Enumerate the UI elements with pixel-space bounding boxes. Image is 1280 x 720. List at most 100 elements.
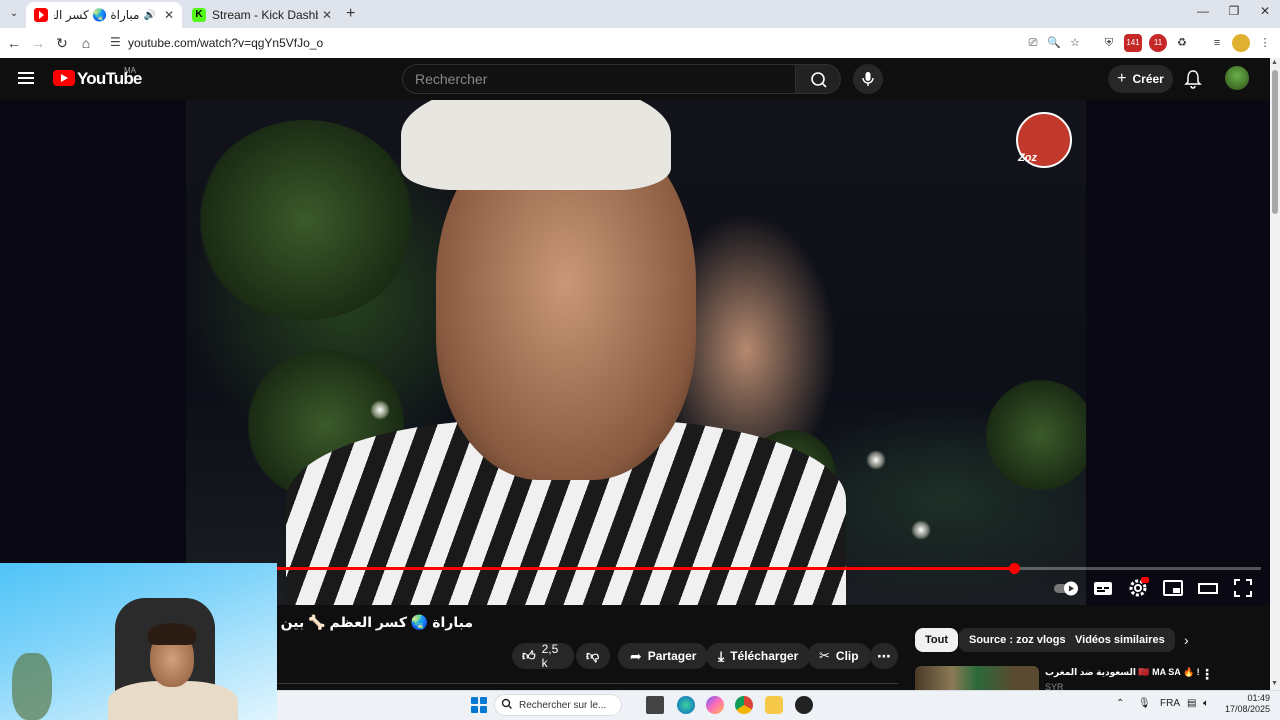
new-tab-icon[interactable]: +: [346, 5, 355, 23]
progress-played: [277, 567, 1014, 570]
chrome-icon[interactable]: [735, 696, 753, 714]
settings-gear-icon[interactable]: [1127, 577, 1149, 599]
browser-toolbar: ← → ↻ ⌂ ☰ youtube.com/watch?v=qgYn5VfJo_…: [0, 28, 1280, 58]
search-input[interactable]: [403, 65, 796, 93]
search-icon: [811, 72, 827, 88]
address-bar[interactable]: ☰ youtube.com/watch?v=qgYn5VfJo_o: [104, 31, 1094, 55]
shield-extension-icon[interactable]: ⛨: [1100, 34, 1118, 52]
speaker-icon[interactable]: 🔊: [143, 10, 155, 21]
fullscreen-icon[interactable]: [1232, 577, 1254, 599]
theater-mode-icon[interactable]: [1197, 577, 1219, 599]
clock-date: 17/08/2025: [1224, 704, 1270, 714]
share-arrow-icon: ➦: [630, 647, 642, 664]
browser-tab-strip: ⌄ مباراة 🌏 كسر العظم 🦴 بين 🔊 ✕ K Stream …: [0, 0, 1280, 28]
profile-avatar-icon[interactable]: [1232, 34, 1250, 52]
download-label: Télécharger: [730, 649, 799, 663]
search-button[interactable]: [795, 64, 841, 94]
youtube-favicon-icon: [34, 8, 48, 22]
url-text: youtube.com/watch?v=qgYn5VfJo_o: [128, 36, 324, 50]
plus-icon: +: [1117, 70, 1127, 87]
red-extension-icon[interactable]: 11: [1149, 34, 1167, 52]
create-button[interactable]: + Créer: [1108, 65, 1173, 93]
progress-scrubber[interactable]: [1009, 563, 1020, 574]
bookmark-star-icon[interactable]: ☆: [1066, 34, 1084, 52]
share-label: Partager: [647, 649, 697, 663]
chevron-right-icon[interactable]: ›: [1184, 632, 1189, 648]
zoom-icon[interactable]: 🔍: [1045, 34, 1063, 52]
tab-search-icon[interactable]: ⌄: [4, 4, 24, 24]
youtube-header: YouTube MA + Créer: [0, 58, 1270, 100]
streamer-hair: [148, 623, 196, 645]
screen: ⌄ مباراة 🌏 كسر العظم 🦴 بين 🔊 ✕ K Stream …: [0, 0, 1280, 720]
clip-button[interactable]: ✂ Clip: [807, 643, 871, 669]
video-player[interactable]: Zoz: [0, 100, 1270, 605]
scroll-down-arrow-icon[interactable]: ▼: [1271, 680, 1278, 687]
reload-icon[interactable]: ↻: [53, 34, 71, 52]
video-frame[interactable]: Zoz: [186, 100, 1086, 605]
input-language[interactable]: FRA: [1160, 698, 1180, 709]
tab-youtube[interactable]: مباراة 🌏 كسر العظم 🦴 بين 🔊 ✕: [26, 2, 182, 28]
thumbs-down-icon: 👎︎: [586, 648, 600, 663]
microphone-icon: [862, 72, 874, 86]
restore-icon[interactable]: ❐: [1219, 4, 1249, 18]
video-title: مباراة 🌏 كسر العظم 🦴 بين الفنانين و ا: [200, 614, 473, 630]
forward-icon[interactable]: →: [29, 34, 47, 52]
white-cap: [401, 100, 671, 190]
install-app-icon[interactable]: ⎚: [1024, 34, 1042, 52]
notifications-bell-icon[interactable]: [1184, 69, 1202, 89]
taskbar-search-label: Rechercher sur le...: [519, 699, 607, 711]
windows-start-icon[interactable]: [471, 697, 487, 713]
chip-source[interactable]: Source : zoz vlogs: [959, 628, 1076, 652]
share-button[interactable]: ➦ Partager: [618, 643, 709, 669]
calendar-extension-icon[interactable]: 141: [1124, 34, 1142, 52]
volume-icon[interactable]: 🔈︎: [1203, 698, 1209, 709]
edge-browser-icon[interactable]: [677, 696, 695, 714]
clip-label: Clip: [835, 649, 859, 663]
youtube-logo-icon[interactable]: [53, 70, 75, 86]
autoplay-toggle-icon[interactable]: [1053, 577, 1081, 599]
description-divider: [278, 683, 898, 684]
scroll-up-arrow-icon[interactable]: ▲: [1271, 59, 1278, 66]
tree-left: [196, 120, 416, 320]
tray-overflow-icon[interactable]: ⌃: [1116, 698, 1124, 709]
close-tab-icon[interactable]: ✕: [322, 8, 332, 22]
street-lamp: [370, 400, 390, 420]
account-avatar[interactable]: [1225, 66, 1249, 90]
more-vertical-icon[interactable]: ⋮: [1200, 666, 1214, 683]
miniplayer-icon[interactable]: [1162, 577, 1184, 599]
channel-watermark-text: Zoz: [1018, 152, 1037, 164]
dislike-button[interactable]: 👎︎: [576, 643, 610, 669]
subtitles-icon[interactable]: [1092, 577, 1114, 599]
media-control-icon[interactable]: ≡: [1208, 34, 1226, 52]
scrollbar-thumb[interactable]: [1272, 70, 1278, 214]
search-box: [402, 64, 796, 94]
close-window-icon[interactable]: ✕: [1250, 4, 1280, 18]
tray-microphone-icon[interactable]: 🎙︎: [1138, 698, 1151, 709]
task-view-icon[interactable]: [646, 696, 664, 714]
close-tab-icon[interactable]: ✕: [164, 8, 174, 22]
chip-related[interactable]: Vidéos similaires: [1065, 628, 1175, 652]
street-lamp: [866, 450, 886, 470]
minimize-icon[interactable]: —: [1188, 4, 1218, 18]
copilot-icon[interactable]: [706, 696, 724, 714]
hamburger-menu-icon[interactable]: [18, 72, 34, 84]
network-icon[interactable]: ▤: [1187, 698, 1196, 709]
chip-all[interactable]: Tout: [915, 628, 959, 652]
home-icon[interactable]: ⌂: [77, 34, 95, 52]
taskbar-clock[interactable]: 01:49 17/08/2025: [1224, 693, 1270, 715]
browser-menu-icon[interactable]: ⋮: [1256, 34, 1274, 52]
like-button[interactable]: 👍︎ 2,5 k: [512, 642, 574, 670]
extensions-puzzle-icon[interactable]: ♻: [1173, 34, 1191, 52]
more-actions-button[interactable]: ⋯: [870, 643, 898, 669]
download-button[interactable]: ⤓ Télécharger: [706, 643, 811, 669]
recommendation-title[interactable]: السعودية ضد المغرب 🇲🇦 MA SA 🔥 !: [1045, 667, 1200, 678]
site-info-icon[interactable]: ☰: [110, 35, 121, 49]
palm-tree-right: [986, 380, 1086, 490]
back-icon[interactable]: ←: [5, 34, 23, 52]
obs-studio-icon[interactable]: [795, 696, 813, 714]
taskbar-search[interactable]: Rechercher sur le...: [494, 694, 622, 716]
taskbar-search-icon: [501, 698, 512, 709]
voice-search-button[interactable]: [853, 64, 883, 94]
tab-kick[interactable]: K Stream - Kick Dashboard ✕: [184, 2, 340, 28]
file-explorer-icon[interactable]: [765, 696, 783, 714]
